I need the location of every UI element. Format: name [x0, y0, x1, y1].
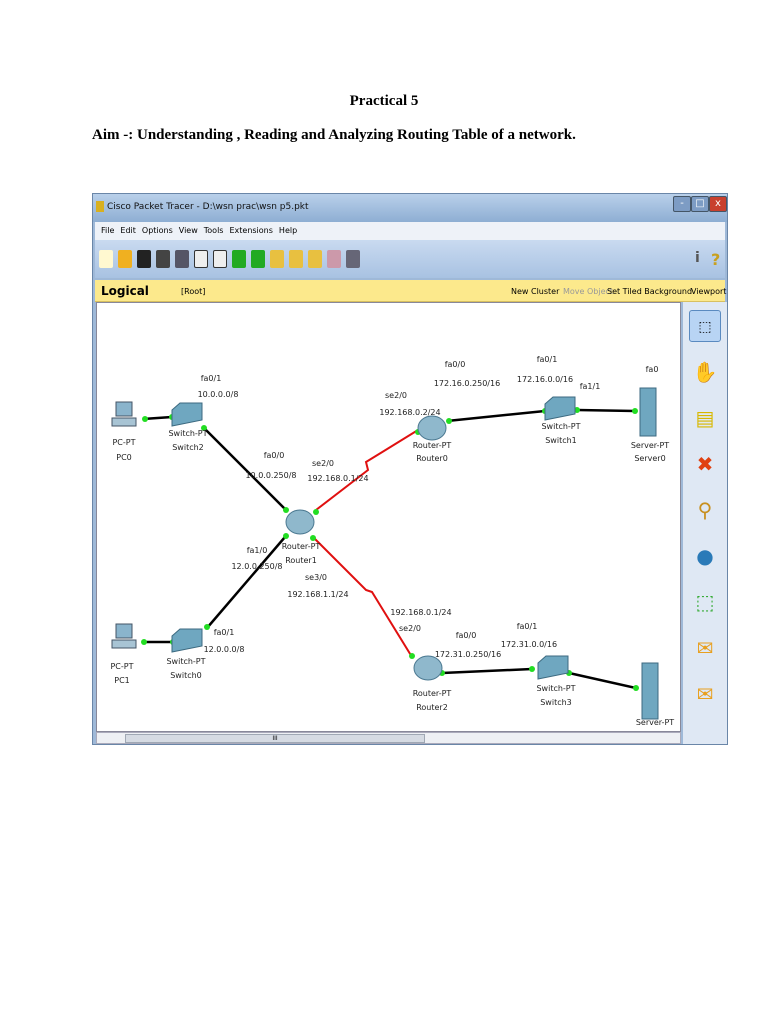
ip-label: 192.168.0.2/24 — [379, 408, 440, 417]
port-label: fa0/1 — [517, 622, 538, 631]
switch0-type: Switch-PT — [166, 657, 205, 666]
server0-name: Server0 — [634, 454, 665, 463]
port-label: se2/0 — [399, 624, 421, 633]
pc0-type: PC-PT — [112, 438, 135, 447]
server0[interactable] — [639, 387, 657, 437]
ip-label: 10.0.0.250/8 — [245, 471, 296, 480]
switch0[interactable] — [171, 628, 203, 653]
router2-name: Router2 — [416, 703, 448, 712]
switch3-type: Switch-PT — [536, 684, 575, 693]
switch1-type: Switch-PT — [541, 422, 580, 431]
ip-label: 192.168.0.1/24 — [307, 474, 368, 483]
pc1[interactable] — [111, 623, 137, 649]
router1[interactable] — [285, 509, 315, 535]
port-led — [142, 416, 148, 422]
port-led — [446, 418, 452, 424]
port-led — [283, 533, 289, 539]
switch3-name: Switch3 — [540, 698, 572, 707]
switch2[interactable] — [171, 402, 203, 427]
port-led — [633, 685, 639, 691]
pc0-name: PC0 — [116, 453, 132, 462]
ip-label: 192.168.0.1/24 — [390, 608, 451, 617]
pc1-type: PC-PT — [110, 662, 133, 671]
ip-label: 172.31.0.250/16 — [435, 650, 501, 659]
ip-label: 12.0.0.250/8 — [231, 562, 282, 571]
router2-type: Router-PT — [413, 689, 452, 698]
port-led — [283, 507, 289, 513]
ip-label: 192.168.1.1/24 — [287, 590, 348, 599]
ip-label: 172.16.0.250/16 — [434, 379, 500, 388]
switch0-name: Switch0 — [170, 671, 202, 680]
link-router0-switch1[interactable] — [446, 409, 546, 423]
port-label: fa0/1 — [201, 374, 222, 383]
port-led — [632, 408, 638, 414]
port-label: fa0 — [646, 365, 659, 374]
port-label: fa1/0 — [247, 546, 268, 555]
network-label: 10.0.0.0/8 — [198, 390, 239, 399]
link-router2-switch3[interactable] — [441, 667, 533, 675]
server1-type: Server-PT — [636, 718, 674, 727]
network-label: 172.16.0.0/16 — [517, 375, 573, 384]
port-led — [529, 666, 535, 672]
switch2-name: Switch2 — [172, 443, 204, 452]
port-label: fa0/1 — [214, 628, 235, 637]
router1-name: Router1 — [285, 556, 317, 565]
server0-type: Server-PT — [631, 441, 669, 450]
port-label: fa0/0 — [264, 451, 285, 460]
port-label: se2/0 — [385, 391, 407, 400]
link-switch2-router1[interactable] — [203, 427, 286, 510]
router1-type: Router-PT — [282, 542, 321, 551]
network-topology: PC-PT PC0 Switch-PT Switch2 Router-PT Route… — [110, 355, 674, 727]
network-label: 12.0.0.0/8 — [204, 645, 245, 654]
port-label: fa0/1 — [537, 355, 558, 364]
network-label: 172.31.0.0/16 — [501, 640, 557, 649]
router0-name: Router0 — [416, 454, 448, 463]
port-led — [310, 535, 316, 541]
switch1[interactable] — [544, 396, 576, 421]
port-led — [141, 639, 147, 645]
switch3[interactable] — [537, 655, 569, 680]
port-label: se3/0 — [305, 573, 327, 582]
port-led — [409, 653, 415, 659]
port-led — [204, 624, 210, 630]
port-label: fa0/0 — [445, 360, 466, 369]
serial-link-router1-router0[interactable] — [315, 429, 419, 511]
port-label: fa0/0 — [456, 631, 477, 640]
switch2-type: Switch-PT — [168, 429, 207, 438]
server1[interactable] — [641, 662, 659, 720]
pc0[interactable] — [111, 401, 137, 427]
router0[interactable] — [417, 415, 447, 441]
router2[interactable] — [413, 655, 443, 681]
link-switch3-server[interactable] — [568, 671, 637, 690]
port-label: se2/0 — [312, 459, 334, 468]
port-label: fa1/1 — [580, 382, 601, 391]
pc1-name: PC1 — [114, 676, 130, 685]
link-switch1-server0[interactable] — [576, 408, 636, 413]
router0-type: Router-PT — [413, 441, 452, 450]
port-led — [313, 509, 319, 515]
switch1-name: Switch1 — [545, 436, 577, 445]
